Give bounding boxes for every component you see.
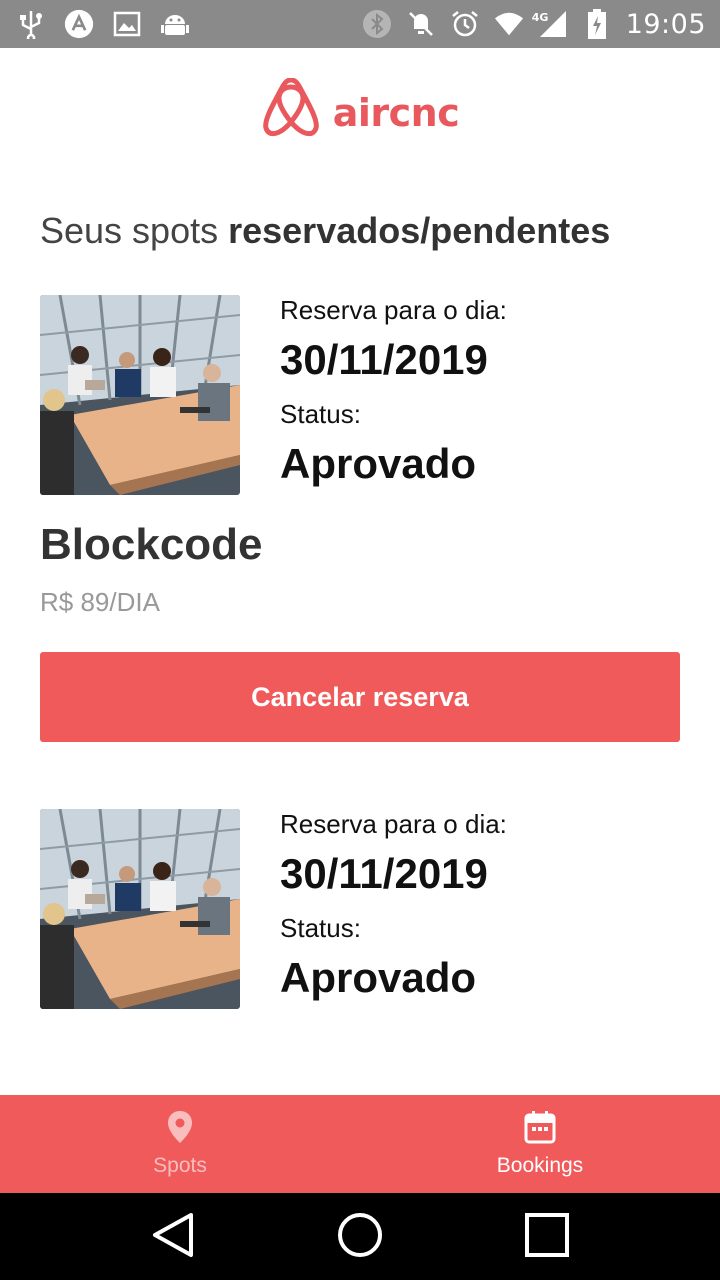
home-button[interactable] <box>330 1207 390 1267</box>
usb-icon <box>16 9 46 39</box>
page-title: Seus spots reservados/pendentes <box>40 210 610 252</box>
signal-icon: 4G <box>532 9 568 39</box>
recents-square-icon <box>524 1212 570 1262</box>
spot-price: R$ 89/DIA <box>40 587 160 617</box>
alarm-icon <box>450 9 480 39</box>
date-label: Reserva para o dia: <box>280 295 507 325</box>
bottom-tab-bar: Spots Bookings <box>0 1095 720 1193</box>
booking-status: Aprovado <box>280 954 477 1001</box>
status-bar-right: 4G 19:05 <box>362 0 706 48</box>
mute-icon <box>406 9 436 39</box>
spot-thumbnail <box>40 809 240 1009</box>
booking-date: 30/11/2019 <box>280 850 488 897</box>
wifi-icon <box>494 9 524 39</box>
status-label: Status: <box>280 913 361 943</box>
image-icon <box>112 9 142 39</box>
spot-thumbnail <box>40 295 240 495</box>
cancel-booking-button[interactable]: Cancelar reserva <box>40 652 680 742</box>
tab-bookings-label: Bookings <box>496 1154 584 1177</box>
status-bar: 4G 19:05 <box>0 0 720 48</box>
booking-status: Aprovado <box>280 440 477 487</box>
back-triangle-icon <box>151 1211 195 1263</box>
app-logo: aircnc <box>0 77 720 148</box>
date-label: Reserva para o dia: <box>280 809 507 839</box>
recents-button[interactable] <box>517 1207 577 1267</box>
bluetooth-icon <box>362 9 392 39</box>
booking-info: Reserva para o dia: 30/11/2019 Status: A… <box>280 295 680 489</box>
status-bar-left <box>16 0 190 48</box>
status-label: Status: <box>280 399 361 429</box>
page-title-regular: Seus spots <box>40 210 229 251</box>
map-pin-icon <box>167 1110 193 1148</box>
clock: 19:05 <box>625 8 706 40</box>
network-type-label: 4G <box>531 11 549 24</box>
tab-bookings[interactable]: Bookings <box>360 1095 720 1193</box>
tab-spots[interactable]: Spots <box>0 1095 360 1193</box>
android-icon <box>160 9 190 39</box>
spot-name: Blockcode <box>40 520 263 569</box>
app-icon <box>64 9 94 39</box>
booking-date: 30/11/2019 <box>280 336 488 383</box>
calendar-icon <box>524 1110 556 1148</box>
tab-spots-label: Spots <box>153 1154 207 1177</box>
airbnb-logo-icon <box>261 77 321 148</box>
booking-info: Reserva para o dia: 30/11/2019 Status: A… <box>280 809 680 1003</box>
home-circle-icon <box>336 1211 384 1263</box>
system-nav-bar <box>0 1193 720 1280</box>
back-button[interactable] <box>143 1207 203 1267</box>
battery-icon <box>582 9 612 39</box>
page-title-bold: reservados/pendentes <box>228 210 611 251</box>
logo-text: aircnc <box>332 91 460 135</box>
